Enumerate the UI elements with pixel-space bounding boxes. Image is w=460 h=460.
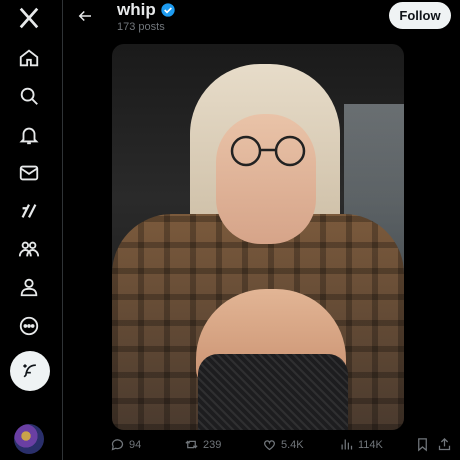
bookmark-icon [418, 438, 427, 452]
heart-icon [264, 440, 275, 451]
grok-icon[interactable] [11, 193, 47, 229]
username: whip [117, 0, 156, 19]
communities-icon[interactable] [11, 231, 47, 267]
search-icon[interactable] [11, 78, 47, 114]
post-actions: 94 239 5.4K 114K [110, 437, 455, 457]
like-action[interactable]: 5.4K [262, 437, 304, 452]
views-count: 114K [358, 438, 383, 451]
page-title: whip [117, 0, 176, 20]
avatar[interactable] [14, 424, 44, 454]
profile-icon[interactable] [11, 269, 47, 305]
verified-badge-icon [161, 3, 175, 17]
back-arrow-icon[interactable] [70, 3, 100, 29]
repost-action[interactable]: 239 [184, 437, 221, 452]
profile-header: whip 173 posts Follow [63, 0, 460, 40]
more-icon[interactable] [11, 308, 47, 344]
posts-count: 173 posts [117, 21, 165, 33]
reply-action[interactable]: 94 [110, 437, 141, 452]
compose-post-button[interactable] [10, 351, 50, 391]
bookmark-action[interactable] [415, 437, 430, 452]
sidebar-nav [0, 0, 62, 460]
image-top [198, 354, 348, 430]
reply-count: 94 [129, 438, 142, 451]
follow-button[interactable]: Follow [389, 2, 451, 29]
header-title-block: whip 173 posts [117, 0, 176, 33]
like-count: 5.4K [281, 438, 304, 451]
repost-count: 239 [203, 438, 222, 451]
x-logo-icon[interactable] [11, 0, 47, 36]
compose-feather-icon [23, 364, 36, 378]
sidebar-divider [62, 0, 63, 460]
views-action[interactable]: 114K [339, 437, 383, 452]
views-chart-icon [341, 439, 353, 450]
home-icon[interactable] [11, 40, 47, 76]
share-icon [438, 437, 451, 451]
repost-icon [185, 440, 198, 449]
bell-icon[interactable] [11, 117, 47, 153]
share-action[interactable] [437, 437, 452, 452]
post-image[interactable] [112, 44, 404, 430]
image-glasses [230, 135, 306, 167]
reply-icon [111, 439, 124, 451]
mail-icon[interactable] [11, 155, 47, 191]
